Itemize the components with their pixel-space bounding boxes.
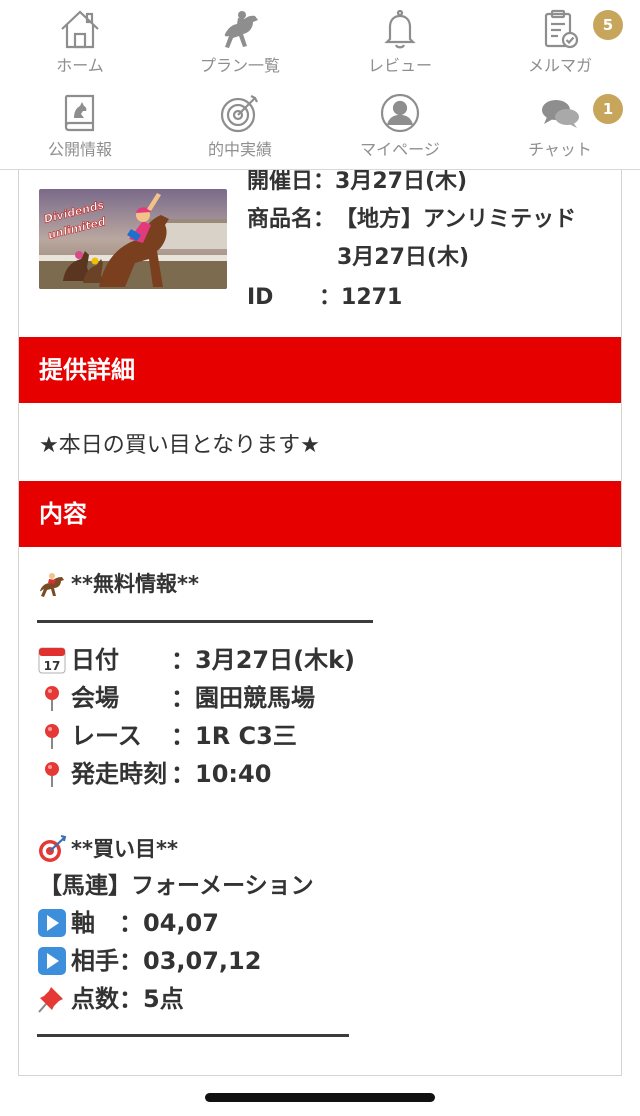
info-value-venue: ：園田競馬場 <box>171 684 315 712</box>
divider <box>37 1034 349 1037</box>
play-button-icon <box>38 947 66 975</box>
detail-section-heading: 提供詳細 <box>19 337 621 403</box>
product-card: Dividends unlimited 開催日：3月27日(木) 商品名：【地方… <box>18 170 622 1076</box>
divider <box>37 620 373 623</box>
nav-label: メルマガ <box>527 56 592 75</box>
nav-label: チャット <box>528 140 592 159</box>
nav-item-mypage[interactable]: マイページ <box>320 86 480 170</box>
product-name-value: 【地方】アンリミテッド <box>335 207 577 232</box>
info-row-venue: 会場 ：園田競馬場 <box>37 682 315 714</box>
info-label-date: 日付 <box>71 646 119 674</box>
nav-item-public-info[interactable]: 公開情報 <box>0 86 160 170</box>
info-label-venue: 会場 <box>71 684 119 712</box>
play-button-icon <box>38 909 66 937</box>
product-id-sep: ： <box>319 285 342 310</box>
dart-target-icon <box>39 835 67 862</box>
top-nav: ホーム プラン一覧 レビュー メルマガ 5 公開情報 的中実績 マイページ チャ… <box>0 0 640 170</box>
pin-icon <box>45 762 59 787</box>
horse-book-icon <box>64 94 95 132</box>
axis-text: 軸 ：04,07 <box>71 909 219 937</box>
free-info-title-row: **無料情報** <box>37 568 199 600</box>
product-id-value: 1271 <box>341 285 403 310</box>
product-name-row: 商品名：【地方】アンリミテッド <box>247 206 576 234</box>
info-value-start-time: ：10:40 <box>171 760 272 788</box>
points-row: 点数：5点 <box>37 983 184 1015</box>
info-row-race: レース ：1R C3三 <box>37 720 297 752</box>
points-text: 点数：5点 <box>71 985 184 1013</box>
product-id-row: ID ：1271 <box>247 284 402 312</box>
pushpin-icon <box>38 987 63 1013</box>
home-icon <box>61 10 99 49</box>
buy-title: **買い目** <box>71 837 178 861</box>
nav-label: 公開情報 <box>47 140 112 159</box>
pin-icon <box>45 686 59 711</box>
calendar-icon: 17 <box>38 647 66 674</box>
product-name-line2: 3月27日(木) <box>337 245 470 270</box>
nav-label: レビュー <box>367 56 432 75</box>
free-info-title: **無料情報** <box>71 572 199 596</box>
notification-badge: 5 <box>593 10 623 40</box>
info-row-date: 17 日付 ：3月27日(木k) <box>37 644 355 676</box>
event-date-value: 3月27日(木) <box>335 170 468 194</box>
info-row-start-time: 発走時刻 ：10:40 <box>37 758 271 790</box>
event-date-label: 開催日： <box>247 170 336 194</box>
info-label-race: レース <box>71 722 142 750</box>
nav-item-chat[interactable]: チャット 1 <box>480 86 640 170</box>
nav-label: マイページ <box>360 140 440 159</box>
horse-racing-icon <box>40 573 64 597</box>
chat-bubbles-icon <box>542 100 579 128</box>
product-name-label: 商品名： <box>247 207 336 232</box>
info-value-race: ：1R C3三 <box>171 722 297 750</box>
partner-row: 相手：03,07,12 <box>37 945 261 977</box>
nav-label: 的中実績 <box>207 140 272 159</box>
bet-type: 【馬連】フォーメーション <box>39 873 314 899</box>
nav-item-plans[interactable]: プラン一覧 <box>160 2 320 86</box>
nav-item-home[interactable]: ホーム <box>0 2 160 86</box>
svg-text:17: 17 <box>44 659 61 673</box>
info-label-start-time: 発走時刻 <box>71 760 167 788</box>
content-section-heading: 内容 <box>19 481 621 547</box>
nav-item-results[interactable]: 的中実績 <box>160 86 320 170</box>
pin-icon <box>45 724 59 749</box>
jockey-illustration: Dividends unlimited <box>39 189 227 289</box>
nav-item-review[interactable]: レビュー <box>320 2 480 86</box>
user-icon <box>380 93 420 133</box>
event-date-row: 開催日：3月27日(木) <box>247 170 467 196</box>
info-value-date: ：3月27日(木k) <box>171 646 355 674</box>
horse-racing-icon <box>224 11 258 48</box>
notification-badge: 1 <box>593 94 623 124</box>
target-icon <box>220 95 258 133</box>
product-thumbnail[interactable]: Dividends unlimited <box>39 189 227 289</box>
nav-label: ホーム <box>56 56 104 75</box>
clipboard-check-icon <box>544 9 579 49</box>
partner-text: 相手：03,07,12 <box>71 947 262 975</box>
product-id-label: ID <box>247 285 274 310</box>
bell-icon <box>384 9 416 49</box>
buy-title-row: **買い目** <box>37 833 178 865</box>
axis-row: 軸 ：04,07 <box>37 907 219 939</box>
nav-item-mailmag[interactable]: メルマガ 5 <box>480 2 640 86</box>
nav-label: プラン一覧 <box>199 56 280 75</box>
home-indicator[interactable] <box>205 1093 435 1102</box>
detail-text: ★本日の買い目となります★ <box>39 433 320 458</box>
